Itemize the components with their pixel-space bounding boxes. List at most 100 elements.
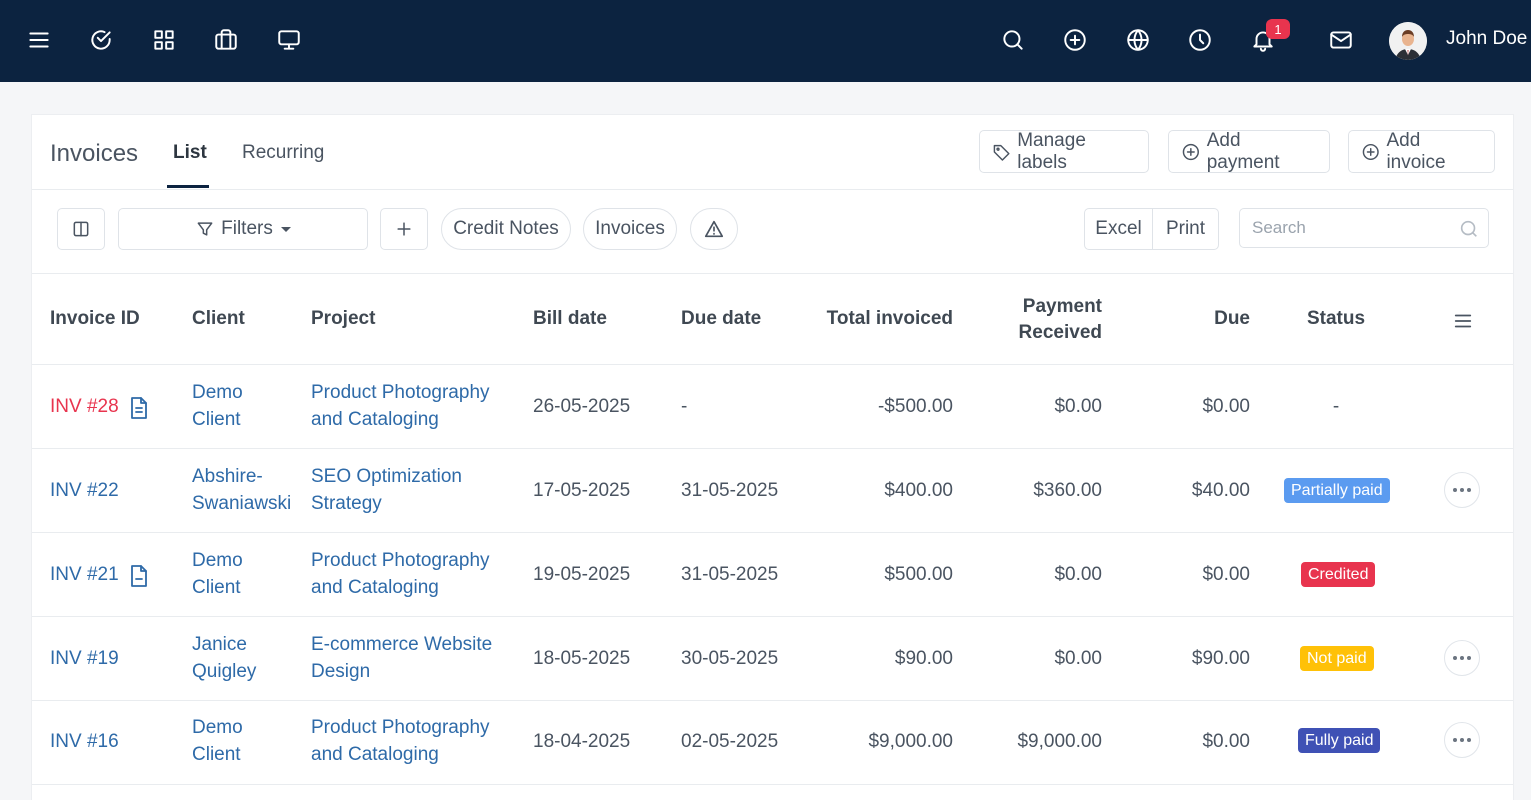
invoice-id-link[interactable]: INV #22 [50, 477, 119, 504]
col-total-invoiced[interactable]: Total invoiced [792, 308, 953, 330]
invoice-id-link[interactable]: INV #28 [50, 393, 119, 420]
col-due-date[interactable]: Due date [681, 308, 761, 330]
check-circle-icon[interactable] [87, 26, 115, 54]
client-name-line1: Demo [192, 717, 243, 738]
manage-labels-label: Manage labels [1017, 129, 1086, 173]
payment-received: $0.00 [1054, 396, 1102, 417]
total-invoiced: $90.00 [894, 648, 953, 669]
client-name-line2: Client [192, 577, 241, 598]
search-icon [1460, 220, 1477, 237]
chevron-down-icon [280, 226, 291, 232]
col-bill-date[interactable]: Bill date [533, 308, 607, 330]
warning-icon [704, 220, 724, 238]
col-client[interactable]: Client [192, 308, 245, 330]
project-name-line1: SEO Optimization [311, 466, 462, 487]
credit-notes-filter[interactable]: Credit Notes [441, 208, 571, 250]
project-name-line1: Product Photography [311, 717, 490, 738]
globe-icon[interactable] [1124, 26, 1152, 54]
col-project[interactable]: Project [311, 308, 375, 330]
due-amount: $0.00 [1202, 564, 1250, 585]
project-link[interactable]: SEO Optimization Strategy [311, 463, 462, 517]
toggle-sidebar-button[interactable] [57, 208, 105, 250]
table-row: INV #21 Demo Client Product Photography … [32, 533, 1513, 617]
due-date: 30-05-2025 [681, 648, 779, 669]
invoice-id-link[interactable]: INV #19 [50, 645, 119, 672]
more-options-icon [1453, 738, 1471, 742]
due-date: 02-05-2025 [681, 731, 779, 752]
add-invoice-button[interactable]: Add invoice [1348, 130, 1495, 173]
col-invoice-id[interactable]: Invoice ID [50, 308, 140, 330]
avatar[interactable] [1389, 22, 1427, 60]
client-name-line1: Demo [192, 550, 243, 571]
bill-date: 18-04-2025 [533, 731, 631, 752]
briefcase-icon[interactable] [212, 26, 240, 54]
add-payment-button[interactable]: Add payment [1168, 130, 1330, 173]
search-box [1239, 208, 1489, 248]
document-icon[interactable] [128, 396, 150, 425]
search-input[interactable] [1252, 209, 1452, 247]
monitor-icon[interactable] [275, 26, 303, 54]
table-header: Invoice ID Client Project Bill date Due … [32, 274, 1513, 365]
client-link[interactable]: Janice Quigley [192, 631, 256, 685]
column-options-icon[interactable] [1452, 310, 1474, 337]
columns-icon [73, 221, 89, 237]
table-row: INV #28 Demo Client Product Photography … [32, 365, 1513, 449]
excel-export-button[interactable]: Excel [1084, 208, 1153, 250]
client-link[interactable]: Demo Client [192, 547, 243, 601]
filters-button[interactable]: Filters [118, 208, 368, 250]
due-date: - [681, 396, 688, 417]
project-link[interactable]: Product Photography and Cataloging [311, 379, 490, 433]
search-icon[interactable] [999, 26, 1027, 54]
print-button[interactable]: Print [1152, 208, 1219, 250]
tab-list[interactable]: List [173, 142, 207, 164]
total-invoiced: $500.00 [884, 564, 953, 585]
col-due[interactable]: Due [1152, 308, 1250, 330]
status-text: - [1332, 396, 1340, 417]
payment-received: $0.00 [1054, 564, 1102, 585]
invoice-id-link[interactable]: INV #21 [50, 561, 119, 588]
row-actions-button[interactable] [1444, 640, 1480, 676]
manage-labels-button[interactable]: Manage labels [979, 130, 1149, 173]
status-badge: Not paid [1300, 646, 1374, 671]
mail-icon[interactable] [1327, 26, 1355, 54]
total-invoiced: -$500.00 [877, 396, 953, 417]
client-name-line2: Quigley [192, 661, 257, 682]
project-name-line2: Strategy [311, 493, 382, 514]
plus-circle-icon [1182, 143, 1199, 160]
tag-icon [993, 144, 1010, 161]
row-actions-button[interactable] [1444, 472, 1480, 508]
table-row: INV #22 Abshire- Swaniawski SEO Optimiza… [32, 449, 1513, 533]
client-link[interactable]: Demo Client [192, 379, 243, 433]
card-header: Invoices List Recurring Manage labels Ad… [32, 115, 1513, 190]
due-amount: $0.00 [1202, 731, 1250, 752]
client-link[interactable]: Demo Client [192, 714, 243, 768]
grid-icon[interactable] [150, 26, 178, 54]
add-filter-button[interactable] [380, 208, 428, 250]
client-name-line1: Demo [192, 382, 243, 403]
menu-icon[interactable] [25, 26, 53, 54]
project-name-line2: and Cataloging [311, 577, 439, 598]
add-invoice-label: Add invoice [1386, 129, 1446, 173]
invoices-filter[interactable]: Invoices [583, 208, 677, 250]
row-actions-button[interactable] [1444, 722, 1480, 758]
bill-date: 26-05-2025 [533, 396, 631, 417]
user-name[interactable]: John Doe [1446, 28, 1527, 50]
project-link[interactable]: E-commerce Website Design [311, 631, 492, 685]
warning-filter-button[interactable] [690, 208, 738, 250]
clock-icon[interactable] [1186, 26, 1214, 54]
client-name-line2: Swaniawski [192, 493, 292, 514]
project-name-line2: Design [311, 661, 371, 682]
plus-circle-icon [1362, 143, 1379, 160]
client-name-line2: Client [192, 744, 241, 765]
project-link[interactable]: Product Photography and Cataloging [311, 547, 490, 601]
document-icon[interactable] [128, 564, 150, 593]
plus-icon [397, 222, 411, 236]
col-status[interactable]: Status [1286, 308, 1386, 330]
tab-recurring[interactable]: Recurring [242, 142, 324, 164]
more-options-icon [1453, 656, 1471, 660]
plus-circle-icon[interactable] [1061, 26, 1089, 54]
client-link[interactable]: Abshire- Swaniawski [192, 463, 291, 517]
col-payment-received[interactable]: Payment Received [962, 294, 1102, 346]
project-link[interactable]: Product Photography and Cataloging [311, 714, 490, 768]
invoice-id-link[interactable]: INV #16 [50, 728, 119, 755]
